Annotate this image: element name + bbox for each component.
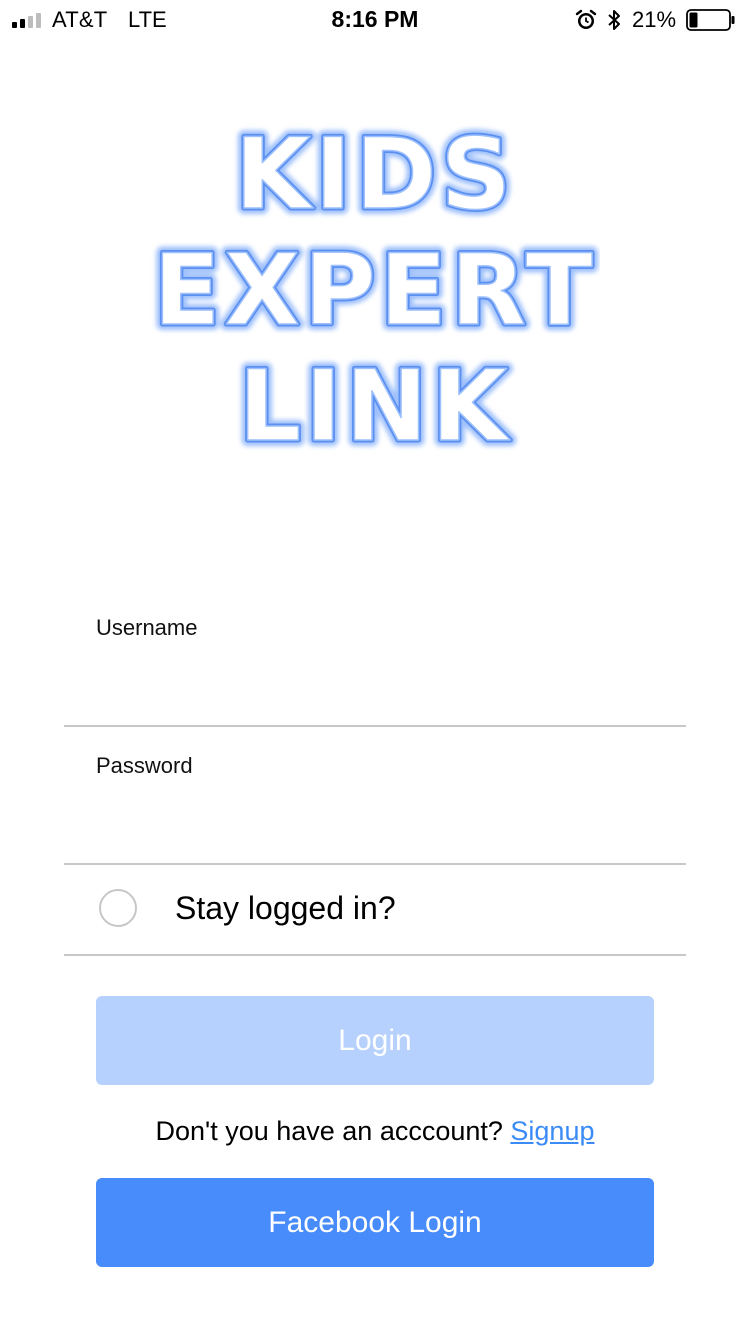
signup-prompt-row: Don't you have an acccount? Signup xyxy=(0,1116,750,1147)
username-label: Username xyxy=(96,615,198,640)
stay-logged-in-label: Stay logged in? xyxy=(175,890,396,926)
logo-line-link: LINK xyxy=(239,350,512,464)
battery-icon xyxy=(686,9,735,31)
password-label: Password xyxy=(96,753,193,778)
stay-logged-in-divider xyxy=(64,954,686,956)
login-screen: AT&T LTE 8:16 PM 21% KIDS KIDS KIDS EXPERT E… xyxy=(0,0,750,1334)
alarm-icon xyxy=(575,9,597,29)
bluetooth-icon xyxy=(608,10,620,30)
password-input[interactable] xyxy=(96,802,654,846)
signup-prompt-text: Don't you have an acccount? xyxy=(155,1116,511,1146)
signup-link[interactable]: Signup xyxy=(510,1116,594,1146)
status-bar: AT&T LTE 8:16 PM 21% xyxy=(0,0,750,40)
stay-logged-in-toggle[interactable]: Stay logged in? xyxy=(64,866,686,954)
username-divider xyxy=(64,725,686,727)
kids-expert-link-logo: KIDSKIDSKIDSEXPERTEXPERTEXPERTLINKLINKLI… xyxy=(150,116,599,466)
battery-percentage: 21% xyxy=(632,7,677,32)
stay-logged-in-radio[interactable] xyxy=(99,889,137,927)
logo-line-kids: KIDS xyxy=(235,118,515,232)
facebook-login-button[interactable]: Facebook Login xyxy=(96,1178,654,1267)
username-input[interactable] xyxy=(96,664,654,708)
password-divider xyxy=(64,863,686,865)
logo-line-expert: EXPERT xyxy=(153,234,596,348)
login-button[interactable]: Login xyxy=(96,996,654,1085)
